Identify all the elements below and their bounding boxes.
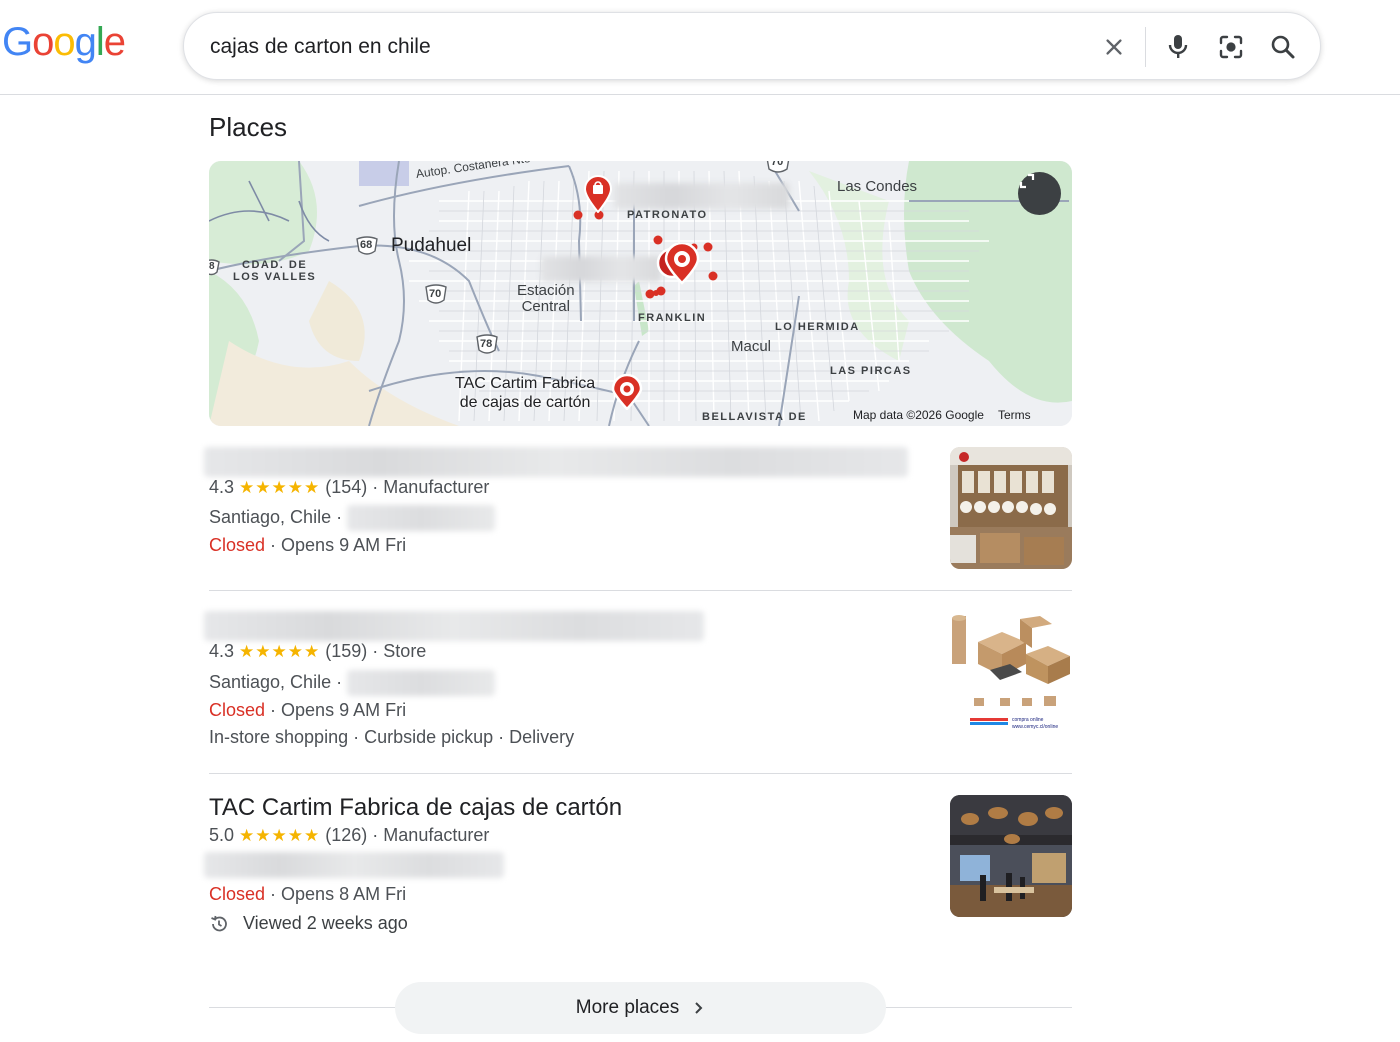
place-category: Manufacturer xyxy=(383,477,490,497)
search-input[interactable] xyxy=(210,31,1030,63)
map-label-las-condes: Las Condes xyxy=(837,178,918,195)
review-count[interactable]: (159) xyxy=(325,641,367,661)
close-icon[interactable] xyxy=(1098,31,1130,63)
place-rating-line: 4.3 ★★★★★ (159) · Store xyxy=(209,641,427,661)
map-blurred-label xyxy=(614,183,789,209)
place-title[interactable]: TAC Cartim Fabrica de cajas de cartón xyxy=(209,794,622,822)
map-label-las-pircas: LAS PIRCAS xyxy=(830,365,912,377)
cardboard-boxes-photo[interactable]: compra online www.cemyc.cl/online xyxy=(950,614,1072,736)
thumb-text-2: www.cemyc.cl/online xyxy=(1012,724,1058,730)
place-hours-line: Closed · Opens 9 AM Fri xyxy=(209,535,407,555)
logo-letter: g xyxy=(74,20,97,64)
route-68-label: 68 xyxy=(360,239,373,251)
route-70-label: 70 xyxy=(429,288,442,300)
places-title: Places xyxy=(209,112,288,142)
rating-stars: ★★★★★ xyxy=(239,826,321,845)
logo-letter: l xyxy=(95,20,105,64)
map-label-cdad: CDAD. DE LOS VALLES xyxy=(233,259,317,283)
opening-hours: Opens 9 AM Fri xyxy=(281,700,407,720)
status-closed: Closed xyxy=(209,535,266,555)
places-map[interactable]: 68 70 78 70 8 Autop. Costanera Nte Pudah… xyxy=(209,161,1072,426)
store-interior-photo[interactable] xyxy=(950,795,1072,917)
chevron-right-icon xyxy=(695,1002,703,1014)
mic-icon[interactable] xyxy=(1162,31,1194,63)
map-label-pudahuel: Pudahuel xyxy=(391,235,472,256)
expand-icon xyxy=(1019,173,1035,189)
opening-hours: Opens 8 AM Fri xyxy=(281,884,407,904)
map-footer: Map data ©2026 Google Terms xyxy=(853,408,1031,422)
more-places-label: More places xyxy=(575,997,680,1018)
place-address-line: Santiago, Chile · xyxy=(209,505,496,531)
expand-map-button[interactable] xyxy=(1018,172,1061,215)
viewed-text: Viewed 2 weeks ago xyxy=(243,913,408,933)
history-icon xyxy=(211,915,227,931)
address-redacted xyxy=(347,505,496,531)
map-label-estacion: Estación Central xyxy=(517,282,575,315)
review-count[interactable]: (126) xyxy=(325,825,367,845)
logo-letter: G xyxy=(2,20,33,64)
map-blurred-label xyxy=(541,256,661,282)
map-terms-link[interactable]: Terms xyxy=(998,408,1031,422)
place-hours-line: Closed · Opens 8 AM Fri xyxy=(209,884,407,904)
search-box[interactable] xyxy=(183,12,1321,80)
place-result[interactable]: 4.3 ★★★★★ (159) · Store Santiago, Chile … xyxy=(204,611,1072,761)
logo-letter: o xyxy=(53,20,75,64)
thumb-text-1: compra online xyxy=(1012,717,1044,723)
place-category: Manufacturer xyxy=(383,825,490,845)
more-places-button[interactable]: More places xyxy=(395,982,886,1034)
status-closed: Closed xyxy=(209,884,266,904)
rating-stars: ★★★★★ xyxy=(239,478,321,497)
camera-lens-icon[interactable] xyxy=(1215,31,1247,63)
status-closed: Closed xyxy=(209,700,266,720)
header: Google xyxy=(0,0,1400,95)
place-title-redacted[interactable] xyxy=(204,611,704,641)
map-label-franklin: FRANKLIN xyxy=(638,312,707,324)
place-services: In-store shopping · Curbside pickup · De… xyxy=(209,727,575,747)
place-address-line: Santiago, Chile · xyxy=(209,670,496,696)
map-label-bellavista: BELLAVISTA DE xyxy=(702,411,807,423)
place-rating-line: 4.3 ★★★★★ (154) · Manufacturer xyxy=(209,477,490,497)
place-result[interactable]: TAC Cartim Fabrica de cajas de cartón 5.… xyxy=(204,794,1072,944)
logo-letter: o xyxy=(32,20,54,64)
logo-letter: e xyxy=(103,20,126,64)
opening-hours: Opens 9 AM Fri xyxy=(281,535,407,555)
place-title-redacted[interactable] xyxy=(204,447,908,477)
result-divider xyxy=(209,590,1072,591)
route-8-label: 8 xyxy=(209,261,215,272)
rating-stars: ★★★★★ xyxy=(239,642,321,661)
address-redacted xyxy=(204,852,504,878)
place-location: Santiago, Chile xyxy=(209,671,332,692)
map-label-macul: Macul xyxy=(731,338,772,355)
address-redacted xyxy=(347,670,496,696)
place-rating-line: 5.0 ★★★★★ (126) · Manufacturer xyxy=(209,825,490,845)
result-divider xyxy=(209,773,1072,774)
place-result[interactable]: 4.3 ★★★★★ (154) · Manufacturer Santiago,… xyxy=(204,447,1072,587)
review-count[interactable]: (154) xyxy=(325,477,367,497)
route-78-label: 78 xyxy=(480,338,493,350)
map-label-tac: TAC Cartim Fabrica de cajas de cartón xyxy=(455,375,596,411)
rating-value: 4.3 xyxy=(209,477,235,497)
route-70-top-label: 70 xyxy=(771,161,784,168)
google-logo[interactable]: Google xyxy=(2,20,126,65)
place-location: Santiago, Chile xyxy=(209,506,332,527)
viewed-line: Viewed 2 weeks ago xyxy=(209,913,408,934)
map-data-attribution: Map data ©2026 Google xyxy=(853,408,984,422)
search-divider xyxy=(1145,27,1146,67)
map-label-patronato: PATRONATO xyxy=(627,209,708,221)
rating-value: 4.3 xyxy=(209,641,235,661)
place-category: Store xyxy=(383,641,427,661)
rating-value: 5.0 xyxy=(209,825,235,845)
warehouse-shelves-photo[interactable] xyxy=(950,447,1072,569)
place-hours-line: Closed · Opens 9 AM Fri xyxy=(209,700,407,720)
map-label-lo-hermida: LO HERMIDA xyxy=(775,321,860,333)
search-icon[interactable] xyxy=(1267,31,1299,63)
